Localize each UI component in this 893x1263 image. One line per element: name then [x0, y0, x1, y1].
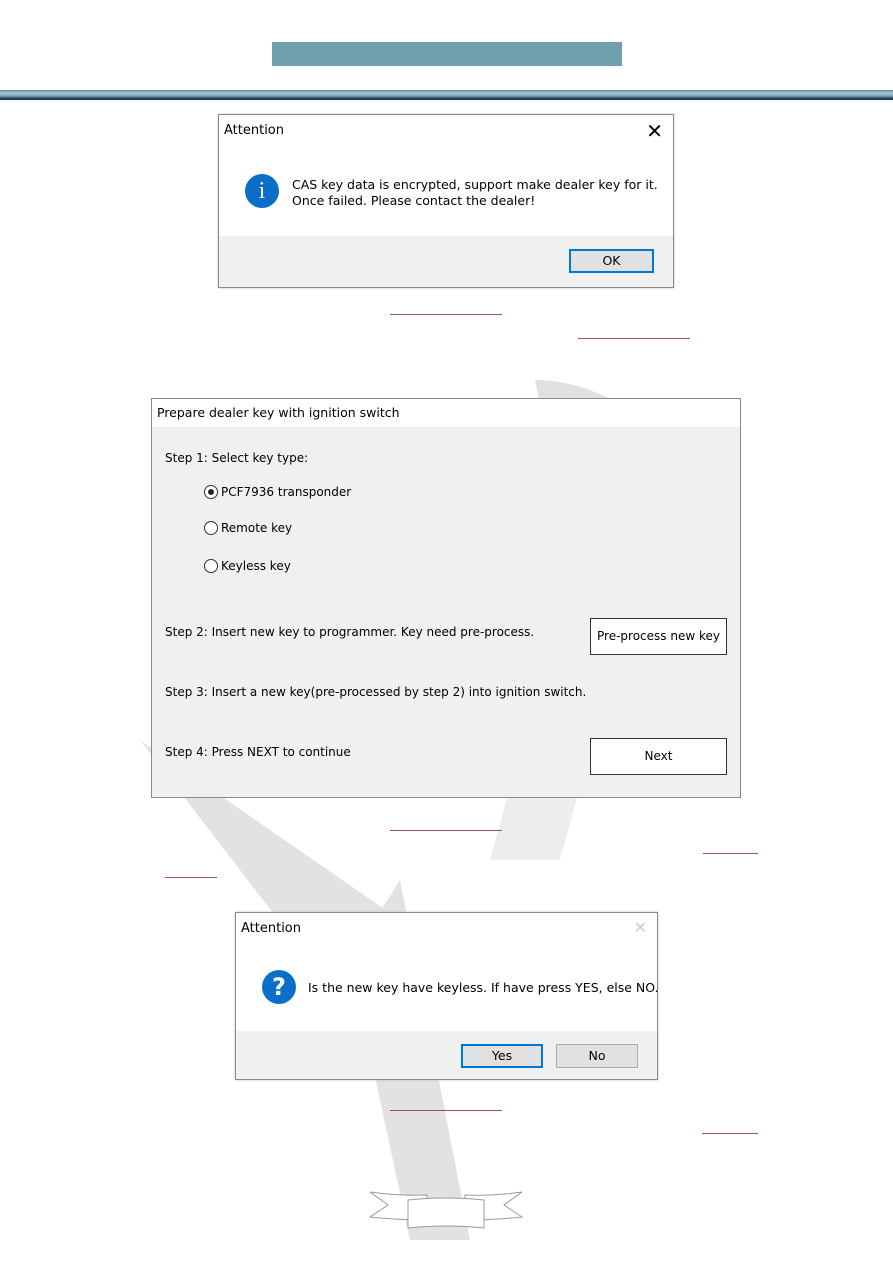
link-underline	[165, 877, 217, 878]
wizard-titlebar: Prepare dealer key with ignition switch	[152, 399, 740, 427]
header-bar	[272, 42, 622, 66]
close-icon: ✕	[633, 918, 647, 937]
dialog-footer: Yes No	[236, 1031, 657, 1079]
step1-label: Step 1: Select key type:	[165, 451, 309, 465]
page-number-ribbon	[368, 1191, 524, 1229]
step3-label: Step 3: Insert a new key(pre-processed b…	[165, 685, 587, 699]
no-button[interactable]: No	[556, 1044, 638, 1068]
dialog-message: Is the new key have keyless. If have pre…	[308, 980, 659, 995]
attention-dialog-info: Attention ✕ i CAS key data is encrypted,…	[218, 114, 674, 288]
link-underline	[390, 1110, 502, 1111]
yes-button[interactable]: Yes	[461, 1044, 543, 1068]
radio-label: Keyless key	[221, 559, 291, 573]
message-line: Once failed. Please contact the dealer!	[292, 193, 536, 208]
preprocess-new-key-button[interactable]: Pre-process new key	[590, 618, 727, 655]
radio-label: PCF7936 transponder	[221, 485, 352, 499]
close-icon[interactable]: ✕	[646, 119, 663, 143]
question-icon: ?	[262, 970, 296, 1004]
header-rule	[0, 90, 893, 100]
link-underline	[578, 338, 690, 339]
info-icon: i	[245, 174, 279, 208]
step2-label: Step 2: Insert new key to programmer. Ke…	[165, 625, 535, 639]
dialog-title: Attention	[241, 921, 301, 936]
dealer-key-wizard: Prepare dealer key with ignition switch …	[151, 398, 741, 798]
ok-button[interactable]: OK	[569, 249, 654, 273]
dialog-message: CAS key data is encrypted, support make …	[292, 177, 658, 209]
link-underline	[703, 853, 758, 854]
attention-dialog-question: Attention ✕ ? Is the new key have keyles…	[235, 912, 659, 1080]
next-button[interactable]: Next	[590, 738, 727, 775]
link-underline	[390, 314, 502, 315]
message-line: CAS key data is encrypted, support make …	[292, 177, 658, 192]
link-underline	[390, 830, 502, 831]
radio-button[interactable]	[204, 559, 218, 573]
radio-button[interactable]	[204, 521, 218, 535]
wizard-title: Prepare dealer key with ignition switch	[157, 405, 400, 420]
dialog-title: Attention	[224, 123, 284, 138]
radio-button[interactable]	[204, 485, 218, 499]
dialog-footer: OK	[219, 236, 673, 287]
link-underline	[702, 1133, 758, 1134]
radio-label: Remote key	[221, 521, 293, 535]
step4-label: Step 4: Press NEXT to continue	[165, 745, 351, 759]
